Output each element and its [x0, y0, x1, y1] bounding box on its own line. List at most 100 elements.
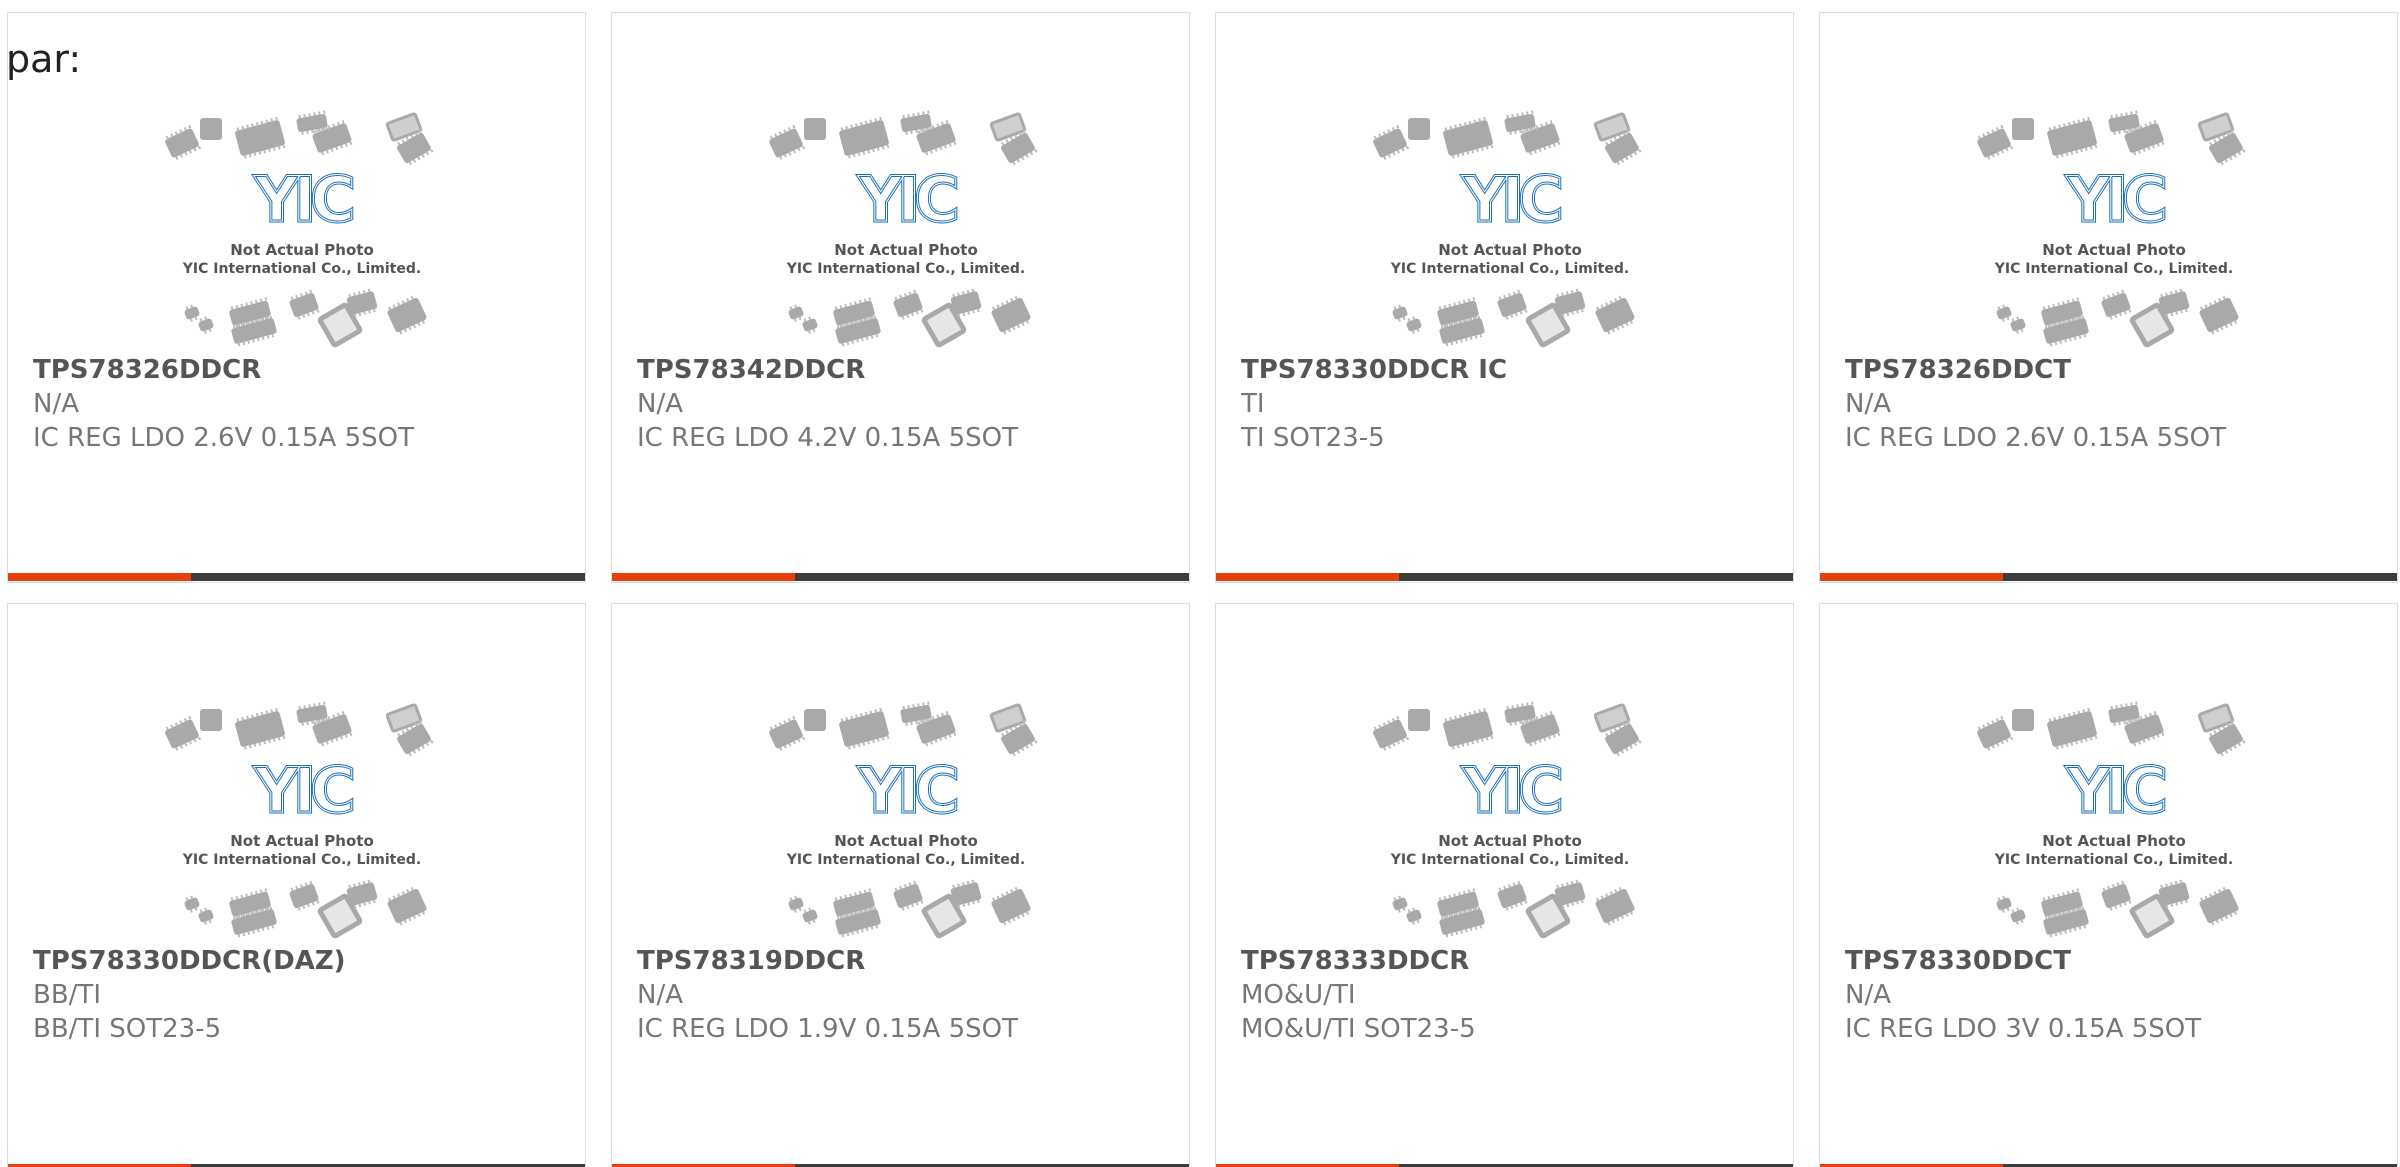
chip-icon [1408, 709, 1430, 731]
chip-icon [2047, 707, 2098, 750]
product-card[interactable]: YIC YIC Not Actual Photo YIC International … [1215, 603, 1794, 1167]
part-number: TPS78326DDCR [33, 355, 262, 385]
manufacturer: TI [1241, 389, 1265, 419]
part-number: TPS78330DDCT [1845, 946, 2071, 976]
part-number: TPS78330DDCR IC [1241, 355, 1508, 385]
chip-icon [1373, 124, 1410, 160]
chip-icon [788, 304, 804, 322]
chip-icon [804, 709, 826, 731]
chip-icon [165, 124, 202, 160]
chip-icon [198, 907, 214, 925]
product-card[interactable]: YIC YIC Not Actual Photo YIC International … [1819, 12, 2398, 583]
placeholder-image: YIC YIC Not Actual Photo YIC International … [766, 694, 1046, 944]
description: IC REG LDO 3V 0.15A 5SOT [1845, 1014, 2202, 1044]
chip-icon [198, 316, 214, 334]
placeholder-image: YIC YIC Not Actual Photo YIC International … [162, 694, 442, 944]
chip-icon [1497, 880, 1528, 911]
placeholder-graphic: YICYICNot Actual PhotoYIC International … [769, 701, 1038, 939]
chip-icon [1443, 116, 1494, 159]
card-bottom-bar [8, 573, 585, 581]
chip-icon [1408, 118, 1430, 140]
svg-text:YIC: YIC [253, 754, 352, 827]
card-bar-accent [1216, 573, 1399, 581]
product-card[interactable]: YIC YIC Not Actual Photo YIC International … [611, 603, 1190, 1167]
chip-icon [2199, 295, 2239, 335]
manufacturer: N/A [1845, 389, 1891, 419]
chip-icon [839, 116, 890, 159]
chip-icon [1392, 304, 1408, 322]
manufacturer: N/A [637, 389, 683, 419]
caption-not-actual-photo: Not Actual Photo [1438, 832, 1582, 850]
chip-icon [769, 715, 806, 751]
chip-icon [2010, 316, 2026, 334]
part-number: TPS78333DDCR [1241, 946, 1470, 976]
placeholder-graphic: YICYICNot Actual PhotoYIC International … [769, 110, 1038, 348]
placeholder-image: YIC YIC Not Actual Photo YIC International … [1370, 103, 1650, 353]
chip-icon [1595, 295, 1635, 335]
card-bar-accent [8, 573, 191, 581]
placeholder-graphic: YICYICNot Actual PhotoYIC International … [1977, 110, 2246, 348]
chip-icon [1406, 907, 1422, 925]
svg-text:YIC: YIC [857, 163, 956, 236]
chip-icon [387, 886, 427, 926]
caption-company: YIC International Co., Limited. [786, 852, 1025, 868]
chip-icon [387, 295, 427, 335]
manufacturer: BB/TI [33, 980, 101, 1010]
svg-text:YIC: YIC [1461, 163, 1560, 236]
part-number: TPS78342DDCR [637, 355, 866, 385]
chip-icon [991, 886, 1031, 926]
caption-company: YIC International Co., Limited. [1994, 261, 2233, 277]
caption-not-actual-photo: Not Actual Photo [230, 832, 374, 850]
description: TI SOT23-5 [1241, 423, 1385, 453]
description: MO&U/TI SOT23-5 [1241, 1014, 1476, 1044]
par-label: par: [6, 37, 82, 81]
caption-not-actual-photo: Not Actual Photo [230, 241, 374, 259]
caption-company: YIC International Co., Limited. [1390, 852, 1629, 868]
product-card[interactable]: YIC YIC Not Actual Photo YIC International … [1215, 12, 1794, 583]
manufacturer: MO&U/TI [1241, 980, 1356, 1010]
product-card[interactable]: YIC YIC Not Actual Photo YIC International … [1819, 603, 2398, 1167]
placeholder-graphic: YICYICNot Actual PhotoYIC International … [165, 110, 434, 348]
part-number: TPS78319DDCR [637, 946, 866, 976]
card-bottom-bar [1216, 573, 1793, 581]
manufacturer: N/A [1845, 980, 1891, 1010]
chip-icon [1595, 886, 1635, 926]
chip-icon [1373, 715, 1410, 751]
caption-not-actual-photo: Not Actual Photo [834, 832, 978, 850]
chip-icon [1497, 289, 1528, 320]
chip-icon [165, 715, 202, 751]
chip-icon [184, 895, 200, 913]
part-number: TPS78326DDCT [1845, 355, 2071, 385]
chip-icon [1977, 124, 2014, 160]
description: IC REG LDO 4.2V 0.15A 5SOT [637, 423, 1018, 453]
svg-text:YIC: YIC [1461, 754, 1560, 827]
svg-text:YIC: YIC [857, 754, 956, 827]
product-card[interactable]: YIC YIC Not Actual Photo YIC International … [611, 12, 1190, 583]
placeholder-image: YIC YIC Not Actual Photo YIC International … [1974, 103, 2254, 353]
chip-icon [991, 295, 1031, 335]
chip-icon [1996, 304, 2012, 322]
placeholder-image: YIC YIC Not Actual Photo YIC International … [162, 103, 442, 353]
product-grid: YIC YIC Not Actual Photo YIC International … [7, 12, 2400, 1167]
chip-icon [2101, 880, 2132, 911]
card-bottom-bar [1820, 573, 2397, 581]
product-card[interactable]: YIC YIC Not Actual Photo YIC International … [7, 603, 586, 1167]
chip-icon [1977, 715, 2014, 751]
chip-icon [2047, 116, 2098, 159]
chip-icon [2010, 907, 2026, 925]
caption-company: YIC International Co., Limited. [786, 261, 1025, 277]
caption-company: YIC International Co., Limited. [1994, 852, 2233, 868]
chip-icon [1996, 895, 2012, 913]
svg-text:YIC: YIC [2065, 163, 2164, 236]
caption-not-actual-photo: Not Actual Photo [2042, 832, 2186, 850]
product-grid-page: par: YIC YIC Not Actual Photo YIC Internati… [0, 0, 2400, 1167]
chip-icon [2199, 886, 2239, 926]
chip-icon [200, 118, 222, 140]
chip-icon [893, 289, 924, 320]
product-card[interactable]: YIC YIC Not Actual Photo YIC International … [7, 12, 586, 583]
manufacturer: N/A [637, 980, 683, 1010]
chip-icon [2012, 118, 2034, 140]
description: IC REG LDO 1.9V 0.15A 5SOT [637, 1014, 1018, 1044]
chip-icon [235, 707, 286, 750]
chip-icon [235, 116, 286, 159]
